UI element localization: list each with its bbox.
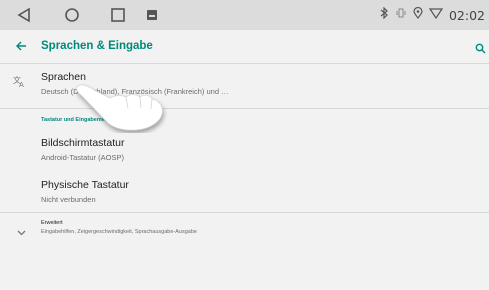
- page-title: Sprachen & Eingabe: [41, 40, 153, 52]
- wifi-icon: [428, 6, 444, 24]
- physical-keyboard-item[interactable]: Physische Tastatur Nicht verbunden: [0, 172, 489, 212]
- home-nav-icon[interactable]: [56, 0, 88, 30]
- status-bar: 02:02: [0, 0, 489, 30]
- advanced-title: Erweitert: [41, 220, 63, 226]
- onscreen-keyboard-title: Bildschirmtastatur: [41, 137, 125, 149]
- notification-icon: [136, 0, 168, 30]
- physical-keyboard-summary: Nicht verbunden: [41, 195, 96, 204]
- divider: [0, 212, 489, 213]
- vibrate-icon: [395, 6, 407, 24]
- clock: 02:02: [448, 7, 485, 23]
- nav-keys: [8, 0, 168, 30]
- svg-text:A: A: [19, 81, 24, 88]
- pointing-hand-icon: [72, 78, 172, 138]
- advanced-summary: Eingabehilfen, Zeigergeschwindigkeit, Sp…: [41, 229, 197, 235]
- physical-keyboard-title: Physische Tastatur: [41, 179, 129, 191]
- location-icon: [413, 6, 423, 24]
- recents-nav-icon[interactable]: [102, 0, 134, 30]
- app-bar: Sprachen & Eingabe: [0, 30, 489, 64]
- back-nav-icon[interactable]: [8, 0, 40, 30]
- translate-icon: 文A: [13, 74, 27, 93]
- chevron-down-icon: [17, 223, 26, 241]
- status-icons: 02:02: [379, 0, 485, 30]
- search-icon[interactable]: [475, 41, 486, 59]
- back-arrow-icon[interactable]: [14, 39, 28, 58]
- advanced-item[interactable]: Erweitert Eingabehilfen, Zeigergeschwind…: [0, 214, 489, 244]
- bluetooth-icon: [379, 6, 389, 24]
- onscreen-keyboard-summary: Android-Tastatur (AOSP): [41, 153, 124, 162]
